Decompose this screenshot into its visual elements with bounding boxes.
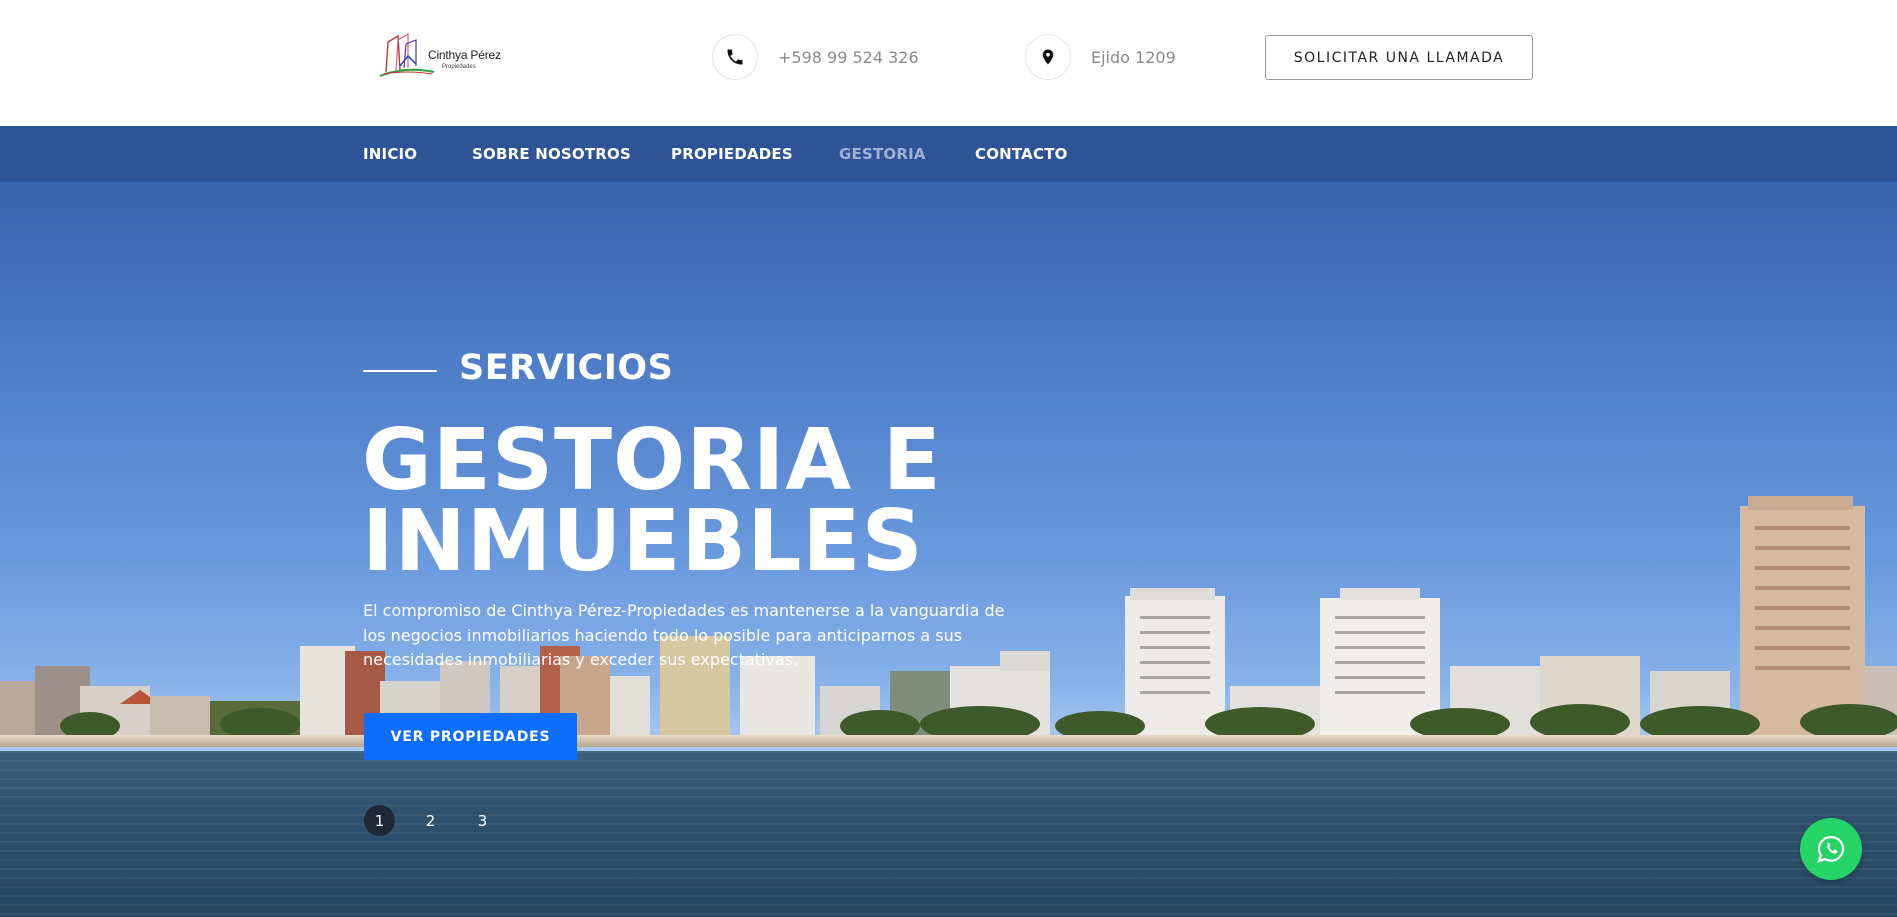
slide-dot-2[interactable]: 2: [415, 805, 446, 836]
nav-item-contacto[interactable]: CONTACTO: [975, 126, 1068, 182]
phone-number: +598 99 524 326: [778, 47, 919, 67]
phone-icon-circle: [712, 34, 758, 80]
nav-item-gestoria[interactable]: GESTORIA: [839, 126, 926, 182]
map-pin-icon: [1042, 49, 1054, 65]
whatsapp-button[interactable]: [1800, 818, 1862, 880]
map-pin-icon-circle: [1025, 34, 1071, 80]
address-contact[interactable]: Ejido 1209: [1025, 33, 1176, 81]
hero-title: GESTORIA E INMUEBLES: [362, 411, 942, 591]
eyebrow-divider: [363, 370, 437, 372]
hero-title-line-2: INMUEBLES: [362, 492, 924, 591]
address-text: Ejido 1209: [1091, 47, 1176, 67]
view-properties-button[interactable]: VER PROPIEDADES: [364, 713, 577, 760]
logo-tagline: Propiedades: [442, 64, 476, 70]
top-header: Cinthya Pérez Propiedades +598 99 524 32…: [0, 0, 1897, 126]
hero-banner: [0, 126, 1897, 917]
phone-icon: [727, 49, 743, 65]
whatsapp-icon: [1817, 835, 1845, 863]
sea-reflection: [0, 751, 1897, 917]
slide-dot-1[interactable]: 1: [364, 805, 395, 836]
main-navigation: INICIO SOBRE NOSOTROS PROPIEDADES GESTOR…: [0, 126, 1897, 182]
slide-dot-3[interactable]: 3: [467, 805, 498, 836]
hero-title-line-1: GESTORIA E: [362, 411, 942, 510]
logo-name: Cinthya Pérez: [428, 48, 501, 62]
request-call-button[interactable]: SOLICITAR UNA LLAMADA: [1265, 35, 1533, 80]
nav-item-sobre-nosotros[interactable]: SOBRE NOSOTROS: [472, 126, 631, 182]
nav-item-inicio[interactable]: INICIO: [363, 126, 417, 182]
nav-item-propiedades[interactable]: PROPIEDADES: [671, 126, 793, 182]
hero-description: El compromiso de Cinthya Pérez-Propiedad…: [363, 601, 1005, 669]
company-logo[interactable]: Cinthya Pérez Propiedades: [378, 30, 501, 80]
hero-eyebrow: SERVICIOS: [459, 348, 674, 388]
promenade-wall: [0, 735, 1897, 747]
phone-contact[interactable]: +598 99 524 326: [712, 33, 919, 81]
